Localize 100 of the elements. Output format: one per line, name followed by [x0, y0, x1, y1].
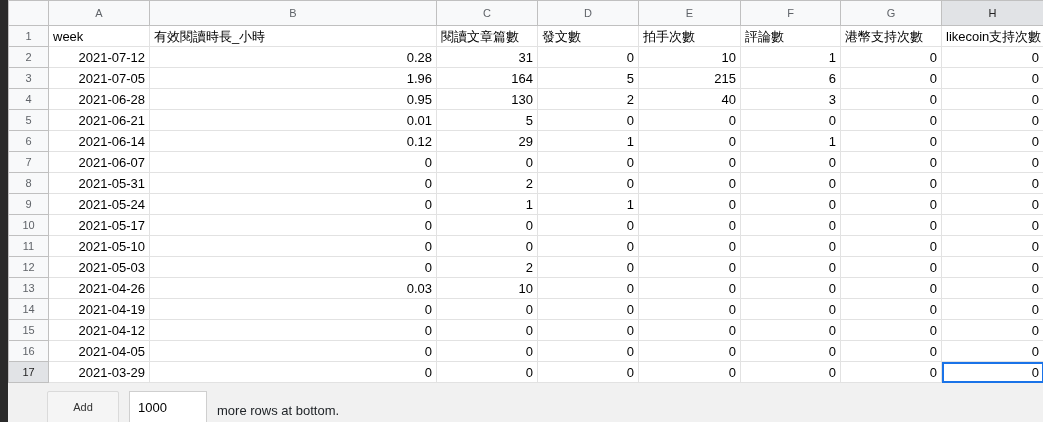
- table-cell[interactable]: 0: [149, 361, 437, 383]
- table-cell[interactable]: 2021-05-17: [48, 214, 150, 236]
- table-cell[interactable]: 0: [537, 214, 639, 236]
- column-title-cell[interactable]: 拍手次數: [638, 25, 741, 47]
- table-cell[interactable]: 0: [740, 235, 841, 257]
- table-cell[interactable]: 0: [740, 193, 841, 215]
- table-cell[interactable]: 0: [840, 256, 942, 278]
- table-cell[interactable]: 1: [740, 130, 841, 152]
- table-cell[interactable]: 0: [740, 298, 841, 320]
- table-cell[interactable]: 164: [436, 67, 538, 89]
- table-cell[interactable]: 0: [436, 340, 538, 362]
- table-cell[interactable]: 0: [436, 319, 538, 341]
- table-cell[interactable]: 0: [537, 340, 639, 362]
- table-cell[interactable]: 0: [638, 277, 741, 299]
- column-header[interactable]: D: [537, 0, 639, 26]
- table-cell[interactable]: 2021-06-14: [48, 130, 150, 152]
- table-cell[interactable]: 215: [638, 67, 741, 89]
- row-header[interactable]: 2: [8, 46, 49, 68]
- table-cell[interactable]: 2021-04-19: [48, 298, 150, 320]
- table-cell[interactable]: 3: [740, 88, 841, 110]
- add-rows-button[interactable]: Add: [47, 391, 119, 422]
- table-cell[interactable]: 0: [740, 109, 841, 131]
- table-cell[interactable]: 1: [740, 46, 841, 68]
- table-cell[interactable]: 0: [638, 130, 741, 152]
- row-header[interactable]: 12: [8, 256, 49, 278]
- table-cell[interactable]: 0: [537, 298, 639, 320]
- table-cell[interactable]: 0: [149, 235, 437, 257]
- table-cell[interactable]: 0: [840, 277, 942, 299]
- table-cell[interactable]: 0: [537, 319, 639, 341]
- table-cell[interactable]: 0: [840, 340, 942, 362]
- table-cell[interactable]: 0: [740, 151, 841, 173]
- row-header[interactable]: 5: [8, 109, 49, 131]
- table-cell[interactable]: 0: [149, 214, 437, 236]
- table-cell[interactable]: 2021-07-12: [48, 46, 150, 68]
- table-cell[interactable]: 2021-06-07: [48, 151, 150, 173]
- table-cell[interactable]: 2021-05-24: [48, 193, 150, 215]
- table-cell[interactable]: 0: [840, 46, 942, 68]
- table-cell[interactable]: 0: [638, 298, 741, 320]
- table-cell[interactable]: 0: [840, 88, 942, 110]
- table-cell[interactable]: 0: [740, 256, 841, 278]
- table-cell[interactable]: 1: [436, 193, 538, 215]
- table-cell[interactable]: 0: [436, 151, 538, 173]
- table-cell[interactable]: 2021-04-26: [48, 277, 150, 299]
- column-title-cell[interactable]: 閱讀文章篇數: [436, 25, 538, 47]
- row-header[interactable]: 6: [8, 130, 49, 152]
- column-header[interactable]: A: [48, 0, 150, 26]
- column-title-cell[interactable]: 發文數: [537, 25, 639, 47]
- column-header[interactable]: B: [149, 0, 437, 26]
- table-cell[interactable]: 2021-06-28: [48, 88, 150, 110]
- table-cell[interactable]: 0: [537, 235, 639, 257]
- table-cell[interactable]: 0: [840, 214, 942, 236]
- table-cell[interactable]: 2: [537, 88, 639, 110]
- row-header[interactable]: 16: [8, 340, 49, 362]
- table-cell[interactable]: 2021-05-03: [48, 256, 150, 278]
- table-cell[interactable]: 0: [638, 151, 741, 173]
- row-header[interactable]: 10: [8, 214, 49, 236]
- row-header[interactable]: 15: [8, 319, 49, 341]
- table-cell[interactable]: 0: [840, 67, 942, 89]
- table-cell[interactable]: 0: [840, 172, 942, 194]
- table-cell[interactable]: 130: [436, 88, 538, 110]
- table-cell[interactable]: 5: [436, 109, 538, 131]
- table-cell[interactable]: 0: [149, 172, 437, 194]
- row-header[interactable]: 7: [8, 151, 49, 173]
- column-header[interactable]: F: [740, 0, 841, 26]
- table-cell[interactable]: 0: [537, 109, 639, 131]
- column-header[interactable]: G: [840, 0, 942, 26]
- table-cell[interactable]: 0: [638, 235, 741, 257]
- table-cell[interactable]: 0: [436, 361, 538, 383]
- table-cell[interactable]: 0: [537, 256, 639, 278]
- table-cell[interactable]: 0: [537, 277, 639, 299]
- column-title-cell[interactable]: week: [48, 25, 150, 47]
- table-cell[interactable]: 40: [638, 88, 741, 110]
- table-cell[interactable]: 0: [149, 340, 437, 362]
- table-cell[interactable]: 0: [638, 340, 741, 362]
- column-title-cell[interactable]: 港幣支持次數: [840, 25, 942, 47]
- table-cell[interactable]: 0: [537, 172, 639, 194]
- table-cell[interactable]: 2021-04-12: [48, 319, 150, 341]
- table-cell[interactable]: 0: [436, 214, 538, 236]
- table-cell[interactable]: 29: [436, 130, 538, 152]
- table-cell[interactable]: 2021-03-29: [48, 361, 150, 383]
- row-header[interactable]: 3: [8, 67, 49, 89]
- row-header[interactable]: 1: [8, 25, 49, 47]
- table-cell[interactable]: 0: [840, 361, 942, 383]
- column-header[interactable]: C: [436, 0, 538, 26]
- table-cell[interactable]: 0: [149, 193, 437, 215]
- table-cell[interactable]: 0: [638, 193, 741, 215]
- table-cell[interactable]: 0.01: [149, 109, 437, 131]
- table-cell[interactable]: 0: [149, 298, 437, 320]
- row-header[interactable]: 9: [8, 193, 49, 215]
- table-cell[interactable]: 0: [740, 361, 841, 383]
- table-cell[interactable]: 0.28: [149, 46, 437, 68]
- table-cell[interactable]: 1.96: [149, 67, 437, 89]
- table-cell[interactable]: 0: [840, 130, 942, 152]
- table-cell[interactable]: 0: [638, 256, 741, 278]
- table-cell[interactable]: 0: [638, 214, 741, 236]
- table-cell[interactable]: 0.95: [149, 88, 437, 110]
- table-cell[interactable]: 0: [840, 319, 942, 341]
- table-cell[interactable]: 0: [740, 214, 841, 236]
- table-cell[interactable]: 5: [537, 67, 639, 89]
- table-cell[interactable]: 0.03: [149, 277, 437, 299]
